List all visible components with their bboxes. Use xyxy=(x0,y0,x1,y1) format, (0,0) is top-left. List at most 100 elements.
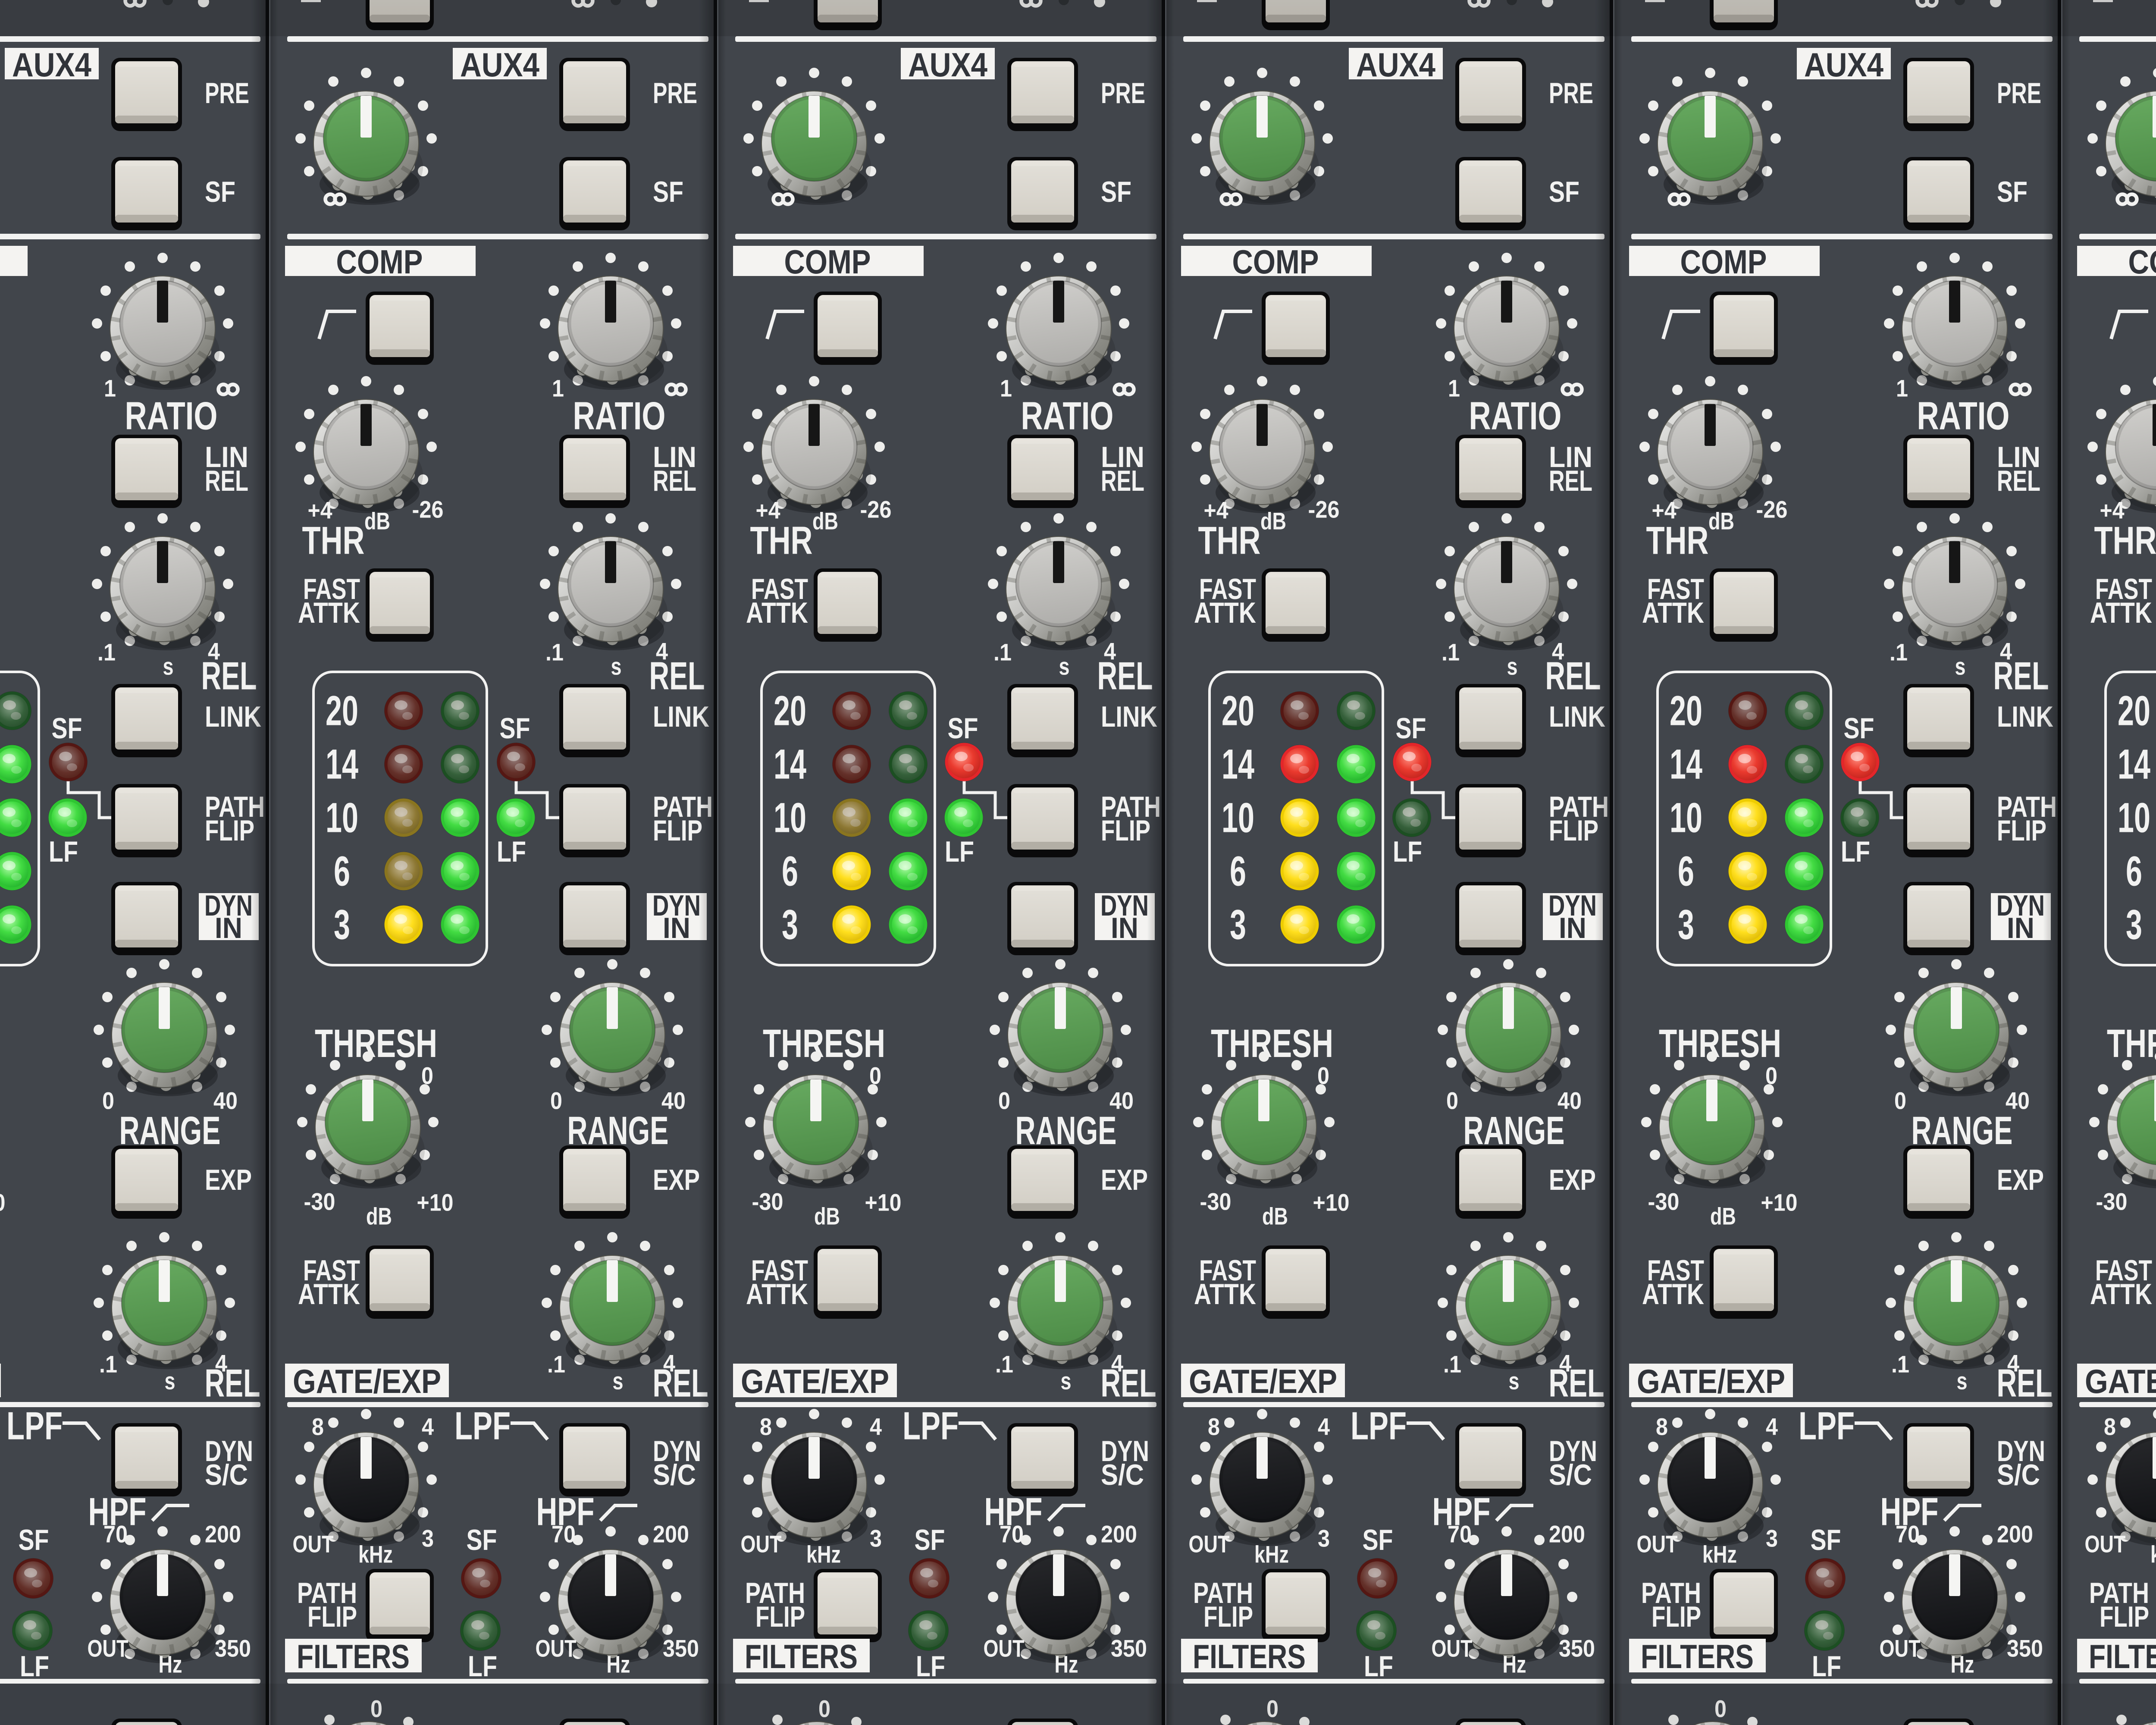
svg-text:200: 200 xyxy=(1549,1521,1585,1548)
svg-text:FILTERS: FILTERS xyxy=(297,1637,410,1675)
svg-text:REL: REL xyxy=(1997,464,2040,497)
svg-text:IN: IN xyxy=(663,912,690,944)
svg-text:-30: -30 xyxy=(304,1188,335,1215)
svg-text:COMP: COMP xyxy=(784,243,871,281)
svg-text:COMP: COMP xyxy=(336,243,423,281)
svg-text:COMP: COMP xyxy=(2128,243,2156,281)
svg-text:1: 1 xyxy=(104,375,116,402)
svg-text:200: 200 xyxy=(1101,1521,1137,1548)
svg-text:AUX4: AUX4 xyxy=(12,46,91,84)
svg-text:kHz: kHz xyxy=(1702,1541,1737,1568)
svg-text:FLIP: FLIP xyxy=(1203,1600,1253,1633)
svg-text:dB: dB xyxy=(1708,508,1734,535)
svg-text:8: 8 xyxy=(2104,1413,2116,1440)
svg-text:Hz: Hz xyxy=(159,1651,182,1678)
svg-text:3: 3 xyxy=(2126,901,2142,948)
svg-text:4: 4 xyxy=(870,1413,882,1440)
svg-text:OUT: OUT xyxy=(2085,1531,2126,1558)
svg-text:LF: LF xyxy=(1841,835,1870,868)
svg-text:3: 3 xyxy=(1230,901,1246,948)
svg-text:4: 4 xyxy=(422,1413,434,1440)
svg-text:-26: -26 xyxy=(412,496,444,523)
svg-text:LPF: LPF xyxy=(1799,1405,1855,1448)
svg-text:IN: IN xyxy=(215,912,242,944)
svg-text:4: 4 xyxy=(1766,1413,1778,1440)
svg-text:-30: -30 xyxy=(752,1188,783,1215)
svg-text:LF: LF xyxy=(49,835,78,868)
svg-text:PRE: PRE xyxy=(1997,77,2041,110)
svg-text:Hz: Hz xyxy=(607,1651,630,1678)
svg-text:1: 1 xyxy=(552,375,564,402)
svg-text:0: 0 xyxy=(1765,1062,1777,1089)
svg-text:3: 3 xyxy=(870,1525,882,1552)
svg-text:S/C: S/C xyxy=(1997,1458,2040,1491)
svg-text:REL: REL xyxy=(201,655,257,698)
svg-text:s: s xyxy=(1059,653,1070,680)
svg-text:LF: LF xyxy=(468,1650,497,1683)
svg-text:14: 14 xyxy=(774,741,806,788)
svg-text:14: 14 xyxy=(1222,741,1254,788)
svg-text:IN: IN xyxy=(2007,912,2034,944)
svg-text:70: 70 xyxy=(1448,1521,1472,1548)
svg-text:SF: SF xyxy=(1844,712,1874,745)
svg-text:OUT: OUT xyxy=(741,1531,782,1558)
svg-text:8: 8 xyxy=(760,1413,772,1440)
svg-text:FILTERS: FILTERS xyxy=(1193,1637,1306,1675)
svg-text:s: s xyxy=(1507,653,1518,680)
svg-text:OUT: OUT xyxy=(1189,1531,1230,1558)
svg-text:EXP: EXP xyxy=(1101,1164,1148,1196)
svg-text:200: 200 xyxy=(1997,1521,2033,1548)
svg-text:14: 14 xyxy=(2118,741,2150,788)
svg-text:SF: SF xyxy=(948,712,978,745)
svg-text:IN: IN xyxy=(1111,912,1138,944)
svg-text:8: 8 xyxy=(312,1413,324,1440)
svg-text:1: 1 xyxy=(1896,375,1908,402)
svg-text:FLIP: FLIP xyxy=(1549,814,1598,847)
svg-text:s: s xyxy=(165,1367,175,1395)
svg-text:3: 3 xyxy=(1318,1525,1330,1552)
svg-text:.1: .1 xyxy=(547,1351,565,1378)
svg-text:70: 70 xyxy=(552,1521,576,1548)
svg-text:ATTK: ATTK xyxy=(746,1278,808,1311)
svg-text:REL: REL xyxy=(1097,655,1153,698)
svg-text:Hz: Hz xyxy=(1503,1651,1526,1678)
svg-text:ATTK: ATTK xyxy=(2090,1278,2152,1311)
svg-text:0: 0 xyxy=(550,1087,562,1114)
svg-text:ATTK: ATTK xyxy=(746,596,808,629)
svg-text:OUT: OUT xyxy=(88,1635,128,1662)
svg-text:LF: LF xyxy=(916,1650,945,1683)
svg-text:RATIO: RATIO xyxy=(125,395,218,438)
svg-text:dB: dB xyxy=(366,1203,392,1230)
svg-text:S/C: S/C xyxy=(1101,1458,1144,1491)
svg-text:SF: SF xyxy=(52,712,82,745)
svg-text:SF: SF xyxy=(19,1524,49,1556)
svg-text:AUX4: AUX4 xyxy=(908,46,987,84)
svg-text:0: 0 xyxy=(998,1087,1010,1114)
svg-text:.1: .1 xyxy=(1443,1351,1461,1378)
svg-text:3: 3 xyxy=(1766,1525,1778,1552)
svg-text:350: 350 xyxy=(2007,1635,2043,1662)
svg-text:+10: +10 xyxy=(865,1189,902,1216)
svg-text:FILTERS: FILTERS xyxy=(2089,1637,2156,1675)
svg-text:6: 6 xyxy=(782,848,798,895)
svg-text:+10: +10 xyxy=(1761,1189,1798,1216)
svg-text:FLIP: FLIP xyxy=(1997,814,2046,847)
svg-text:s: s xyxy=(1061,1367,1072,1395)
svg-text:THRESH: THRESH xyxy=(315,1022,437,1066)
svg-text:GATE/EXP: GATE/EXP xyxy=(741,1362,889,1400)
svg-text:COMP: COMP xyxy=(1232,243,1319,281)
svg-text:s: s xyxy=(1955,653,1966,680)
svg-text:LF: LF xyxy=(1393,835,1422,868)
svg-text:dB: dB xyxy=(1260,508,1286,535)
svg-text:dB: dB xyxy=(1262,1203,1288,1230)
svg-text:THR: THR xyxy=(1646,519,1709,563)
svg-text:3: 3 xyxy=(422,1525,434,1552)
svg-text:FLIP: FLIP xyxy=(1651,1600,1701,1633)
svg-text:0: 0 xyxy=(1446,1087,1458,1114)
svg-text:350: 350 xyxy=(663,1635,699,1662)
svg-text:REL: REL xyxy=(1101,464,1144,497)
svg-text:RATIO: RATIO xyxy=(1917,395,2010,438)
svg-text:EXP: EXP xyxy=(653,1164,700,1196)
svg-text:S/C: S/C xyxy=(205,1458,248,1491)
svg-text:6: 6 xyxy=(334,848,350,895)
